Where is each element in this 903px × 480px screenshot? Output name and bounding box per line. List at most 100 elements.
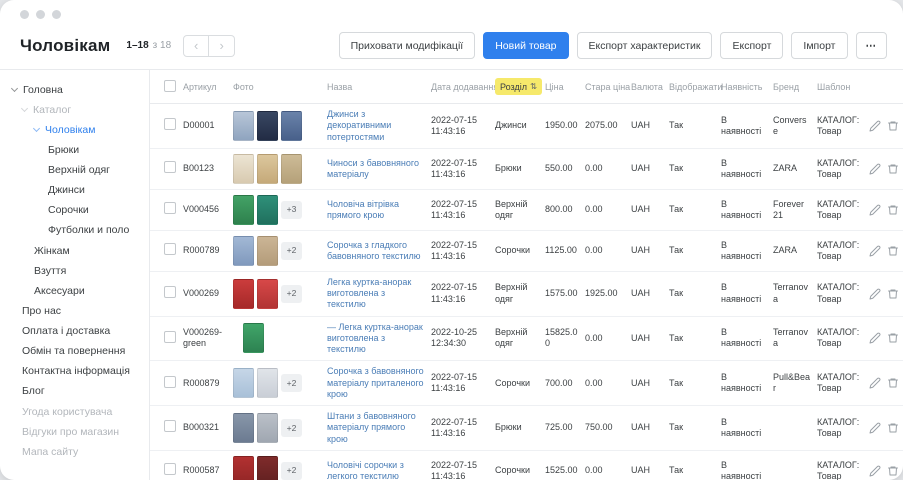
photo-thumbnails: +3 [233,195,321,225]
sidebar-item[interactable]: Головна [0,80,149,100]
row-checkbox[interactable] [164,118,176,130]
sidebar-item[interactable]: Мапа сайту [0,442,149,462]
delete-icon[interactable] [887,245,899,257]
edit-icon[interactable] [869,332,881,344]
sidebar-item[interactable]: Жінкам [0,241,149,261]
sidebar-item[interactable]: Каталог [0,100,149,120]
row-checkbox[interactable] [164,331,176,343]
sidebar-item[interactable]: Джинси [0,181,149,201]
row-checkbox[interactable] [164,376,176,388]
product-name-link[interactable]: Сорочка з гладкого бавовняного текстилю [327,240,421,261]
sidebar-item[interactable]: Обмін та повернення [0,342,149,362]
column-header-old[interactable]: Стара ціна [582,70,628,104]
column-header-stock[interactable]: Наявність [718,70,770,104]
export-characteristics-button[interactable]: Експорт характеристик [577,32,713,59]
delete-icon[interactable] [887,332,899,344]
sidebar-item[interactable]: Чоловікам [0,120,149,140]
column-header-select[interactable] [150,70,180,104]
product-name-link[interactable]: Чоловічі сорочки з легкого текстилю [327,460,404,480]
sidebar-item[interactable]: Брюки [0,140,149,160]
edit-icon[interactable] [869,120,881,132]
column-header-cur[interactable]: Валюта [628,70,666,104]
table-row: V000269-green— Легка куртка-анорак вигот… [150,316,903,361]
sidebar-item[interactable]: Взуття [0,261,149,281]
sidebar-item-label: Чоловікам [45,124,96,137]
row-checkbox[interactable] [164,202,176,214]
delete-icon[interactable] [887,120,899,132]
hide-modifications-button[interactable]: Приховати модифікації [339,32,476,59]
pagination-next-button[interactable]: › [209,35,235,57]
delete-icon[interactable] [887,288,899,300]
date-cell: 2022-07-15 11:43:16 [428,104,492,149]
sidebar-item[interactable]: Футболки и поло [0,221,149,241]
column-header-tpl[interactable]: Шаблон [814,70,866,104]
sidebar-item[interactable]: Верхній одяг [0,161,149,181]
sidebar-item-label: Верхній одяг [48,164,110,177]
stock-cell: В наявності [718,230,770,271]
table-row: R000879+2Сорочка з бавовняного матеріалу… [150,361,903,406]
pagination-prev-button[interactable]: ‹ [183,35,209,57]
old-price-cell: 0.00 [582,450,628,480]
section-cell: Сорочки [492,450,542,480]
visible-cell: Так [666,316,718,361]
window-control-dot[interactable] [36,10,45,19]
sidebar-item[interactable]: Про нас [0,301,149,321]
sidebar-item[interactable]: Сорочки [0,201,149,221]
row-checkbox[interactable] [164,161,176,173]
column-header-brand[interactable]: Бренд [770,70,814,104]
product-name-link[interactable]: — Легка куртка-анорак виготовлена з текс… [327,322,423,355]
column-header-article[interactable]: Артикул [180,70,230,104]
row-checkbox[interactable] [164,463,176,475]
product-name-link[interactable]: Джинси з декоративними потертостями [327,109,391,142]
sidebar-item[interactable]: Аксесуари [0,281,149,301]
edit-icon[interactable] [869,288,881,300]
sidebar-item[interactable]: Оплата і доставка [0,322,149,342]
sidebar-item[interactable]: Угода користувача [0,402,149,422]
delete-icon[interactable] [887,163,899,175]
window-control-dot[interactable] [52,10,61,19]
more-photos-badge: +2 [281,285,302,303]
edit-icon[interactable] [869,465,881,477]
window-control-dot[interactable] [20,10,29,19]
column-header-name[interactable]: Назва [324,70,428,104]
sort-icon[interactable]: ⇅ [530,81,537,92]
edit-icon[interactable] [869,204,881,216]
edit-icon[interactable] [869,377,881,389]
export-button[interactable]: Експорт [720,32,783,59]
column-header-date[interactable]: Дата додавання [428,70,492,104]
photo-thumbnails [233,323,321,353]
product-name-link[interactable]: Сорочка з бавовняного матеріалу притален… [327,366,424,399]
edit-icon[interactable] [869,422,881,434]
sidebar-item[interactable]: Відгуки про магазин [0,422,149,442]
product-name-link[interactable]: Чиноси з бавовняного матеріалу [327,158,419,179]
select-all-checkbox[interactable] [164,80,176,92]
row-checkbox[interactable] [164,420,176,432]
product-name-link[interactable]: Легка куртка-анорак виготовлена з тексти… [327,277,411,310]
sorted-column-highlight[interactable]: Розділ⇅ [495,78,542,95]
more-button[interactable]: ⋯ [856,32,888,59]
content-area: ГоловнаКаталог Чоловікам Брюки Верхній одяг… [0,69,903,480]
product-name-link[interactable]: Чоловіча вітрівка прямого крою [327,199,399,220]
sidebar-item[interactable]: Блог [0,382,149,402]
edit-icon[interactable] [869,245,881,257]
template-cell: КАТАЛОГ: Товар [814,271,866,316]
row-checkbox[interactable] [164,243,176,255]
column-header-section[interactable]: Розділ⇅ [492,70,542,104]
sidebar-item[interactable]: Контактна інформація [0,362,149,382]
row-checkbox[interactable] [164,286,176,298]
edit-icon[interactable] [869,163,881,175]
delete-icon[interactable] [887,377,899,389]
delete-icon[interactable] [887,204,899,216]
column-header-price[interactable]: Ціна [542,70,582,104]
import-button[interactable]: Імпорт [791,32,847,59]
pagination-controls: ‹ › [183,35,235,57]
new-product-button[interactable]: Новий товар [483,32,568,59]
currency-cell: UAH [628,406,666,451]
delete-icon[interactable] [887,465,899,477]
column-header-photo[interactable]: Фото [230,70,324,104]
column-header-vis[interactable]: Відображати [666,70,718,104]
delete-icon[interactable] [887,422,899,434]
product-name-link[interactable]: Штани з бавовняного матеріалу прямого кр… [327,411,416,444]
row-actions [869,204,900,216]
stock-cell: В наявності [718,406,770,451]
